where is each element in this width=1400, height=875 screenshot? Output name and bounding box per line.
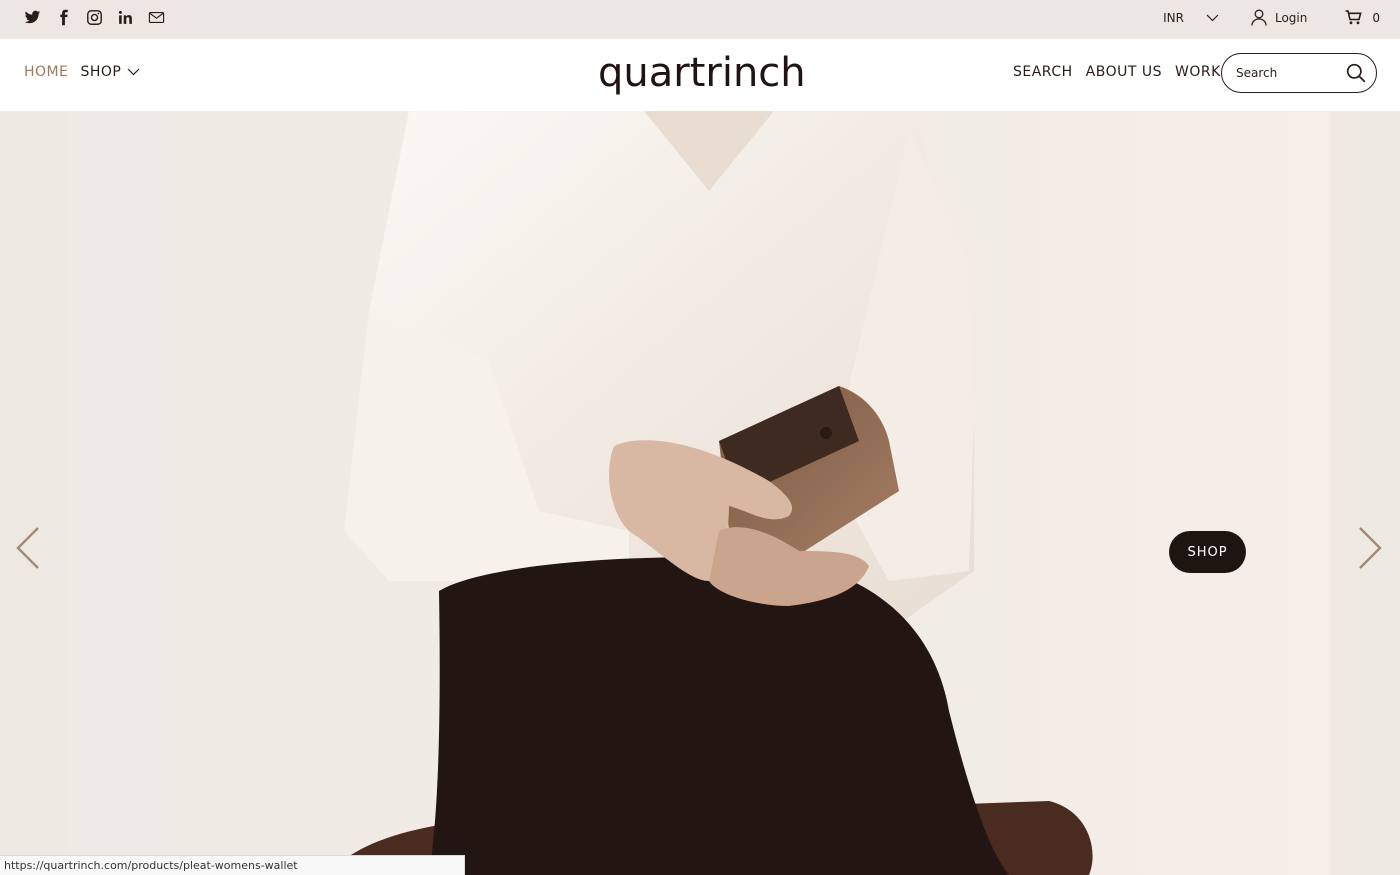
primary-nav: HOME SHOP xyxy=(24,64,140,80)
top-bar: INR Login 0 xyxy=(0,0,1400,39)
nav-search[interactable]: SEARCH xyxy=(1013,64,1073,80)
facebook-icon[interactable] xyxy=(55,9,72,26)
linkedin-icon[interactable] xyxy=(117,9,134,26)
prev-slide-arrow[interactable] xyxy=(14,526,42,574)
nav-home[interactable]: HOME xyxy=(24,64,68,80)
search-input[interactable] xyxy=(1236,66,1336,80)
next-slide-arrow[interactable] xyxy=(1356,526,1384,574)
chevron-down-icon xyxy=(1206,14,1219,21)
mail-icon[interactable] xyxy=(148,9,165,26)
chevron-left-icon xyxy=(16,527,39,569)
social-links xyxy=(24,9,165,26)
hero-image[interactable] xyxy=(69,111,1331,875)
currency-label: INR xyxy=(1163,10,1184,25)
cart-icon xyxy=(1345,10,1362,25)
chevron-right-icon xyxy=(1359,527,1382,569)
search-icon[interactable] xyxy=(1346,63,1366,83)
site-logo[interactable]: quartrinch xyxy=(598,50,806,96)
chevron-down-icon xyxy=(127,68,140,76)
nav-work[interactable]: WORK xyxy=(1175,64,1221,80)
status-bar-url: https://quartrinch.com/products/pleat-wo… xyxy=(0,855,465,875)
nav-shop[interactable]: SHOP xyxy=(80,64,140,80)
currency-selector[interactable]: INR xyxy=(1163,11,1219,25)
nav-shop-label: SHOP xyxy=(80,64,122,80)
hero-shop-button[interactable]: SHOP xyxy=(1169,531,1246,573)
top-right-controls: INR Login 0 xyxy=(1163,9,1380,26)
instagram-icon[interactable] xyxy=(86,9,103,26)
twitter-icon[interactable] xyxy=(24,9,41,26)
login-link[interactable]: Login xyxy=(1251,9,1307,26)
secondary-nav: SEARCH ABOUT US WORK xyxy=(1013,64,1221,80)
main-header: HOME SHOP quartrinch SEARCH ABOUT US WOR… xyxy=(0,39,1400,111)
hero-slideshow: SHOP xyxy=(0,111,1400,875)
login-label: Login xyxy=(1274,10,1308,25)
search-box xyxy=(1221,53,1377,93)
user-icon xyxy=(1251,9,1267,26)
cart-count: 0 xyxy=(1372,10,1380,25)
nav-about-us[interactable]: ABOUT US xyxy=(1086,64,1162,80)
cart-link[interactable]: 0 xyxy=(1345,10,1380,25)
